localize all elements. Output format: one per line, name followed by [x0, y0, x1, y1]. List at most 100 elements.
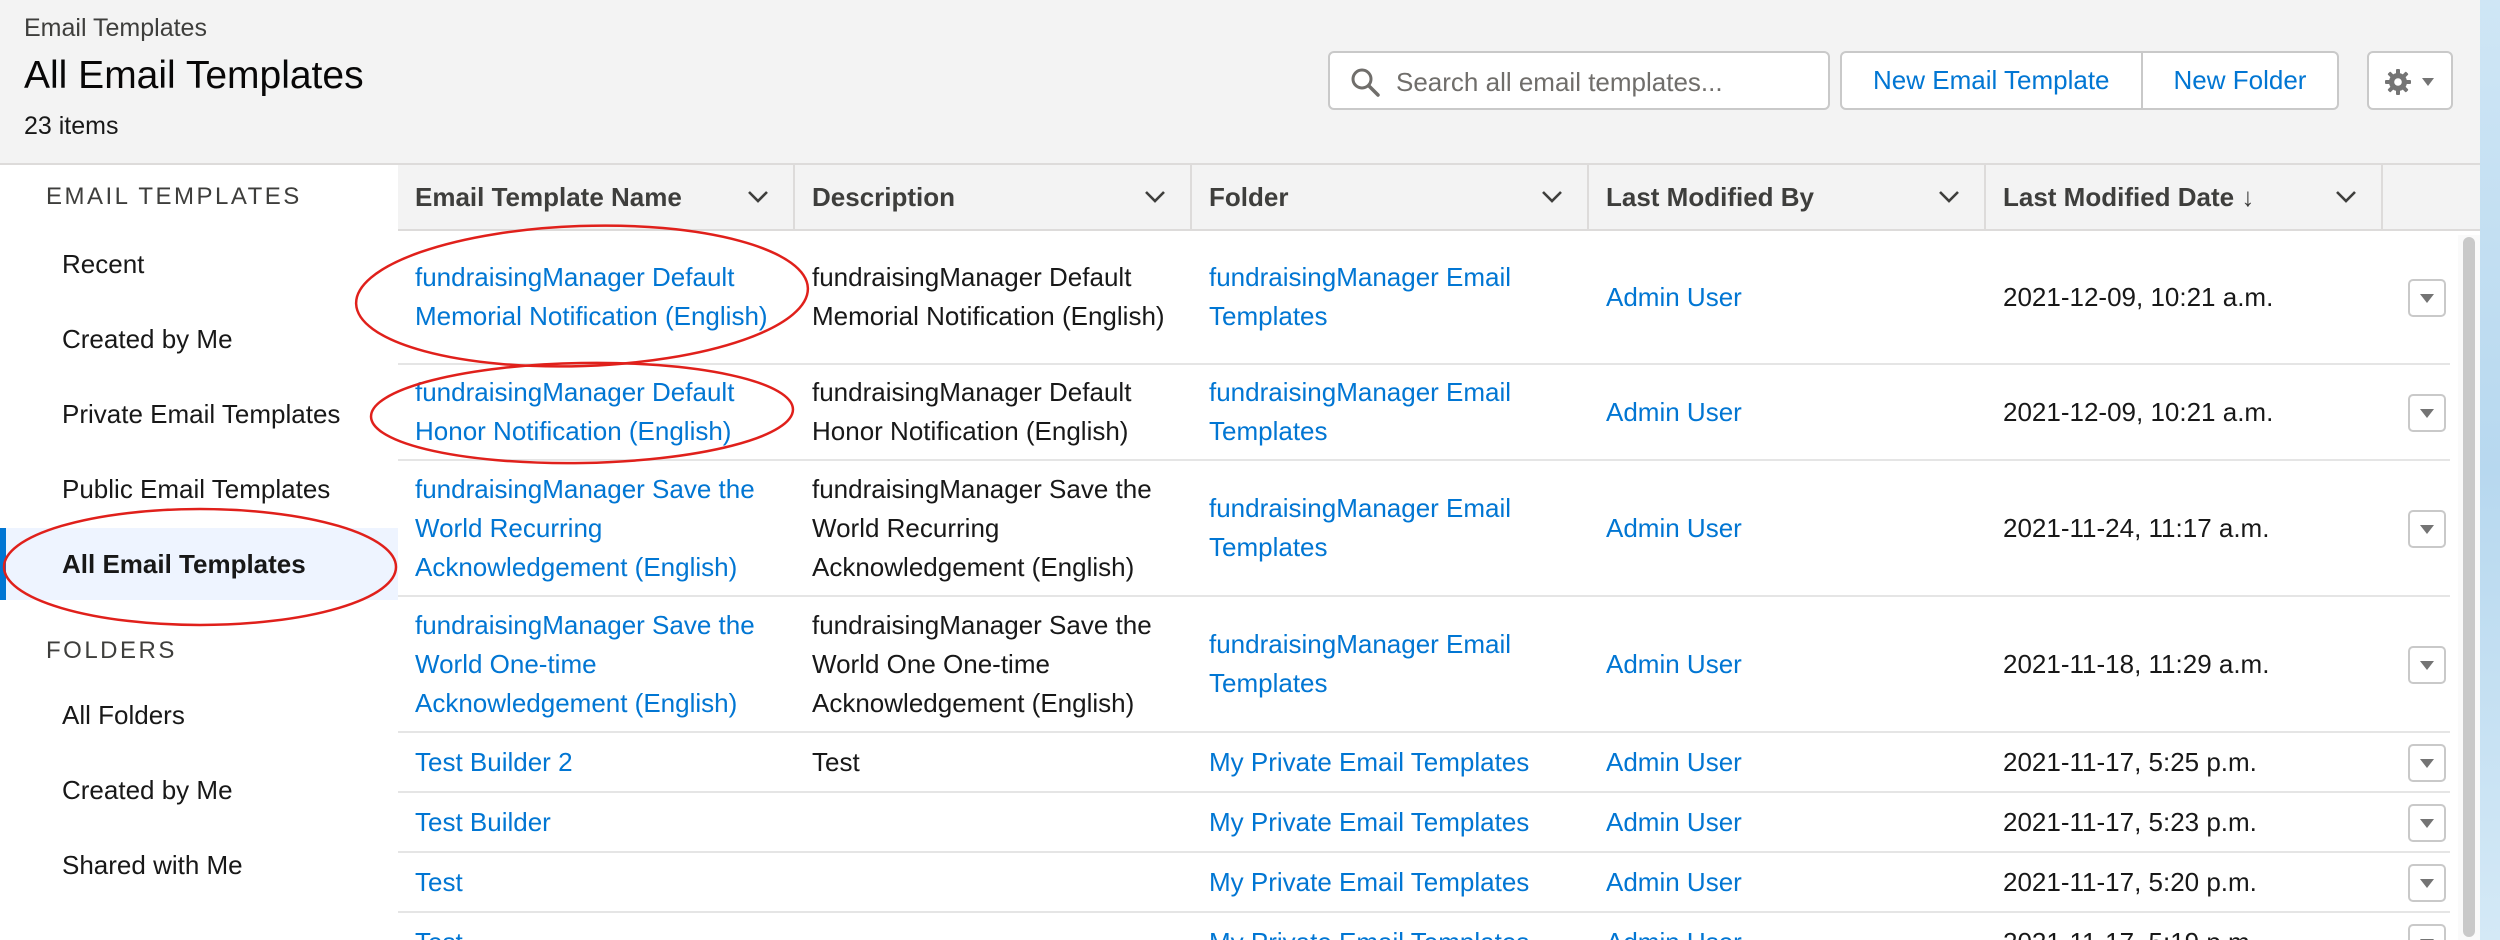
table-row: Test Builder My Private Email Templates Ad…: [398, 793, 2450, 853]
chevron-down-icon: [2420, 819, 2434, 828]
table-header: Email Template Name Description Folder L…: [398, 165, 2480, 231]
row-actions-button[interactable]: [2408, 924, 2446, 940]
modified-date: 2021-12-09, 10:21 a.m.: [2003, 281, 2274, 312]
gear-icon: [2385, 69, 2411, 95]
scrollbar-thumb[interactable]: [2463, 237, 2475, 937]
template-name-link[interactable]: Test: [398, 853, 778, 911]
template-description: fundraisingManager Save the World One On…: [812, 609, 1152, 718]
sidebar-item-public-email-templates[interactable]: Public Email Templates: [0, 453, 398, 525]
template-description: [795, 913, 1175, 940]
template-folder-link[interactable]: My Private Email Templates: [1192, 793, 1572, 851]
template-folder-link[interactable]: fundraisingManager Email Templates: [1192, 597, 1572, 731]
sidebar-item-private-email-templates[interactable]: Private Email Templates: [0, 378, 398, 450]
template-folder-link[interactable]: My Private Email Templates: [1192, 913, 1572, 940]
chevron-down-icon[interactable]: [2335, 189, 2357, 205]
chevron-down-icon: [2420, 759, 2434, 768]
breadcrumb[interactable]: Email Templates: [24, 14, 207, 43]
template-description: Test: [812, 746, 860, 777]
modified-by-link[interactable]: Admin User: [1589, 365, 1969, 459]
template-folder-link[interactable]: fundraisingManager Email Templates: [1192, 365, 1572, 459]
sidebar-item-all-folders[interactable]: All Folders: [0, 679, 398, 751]
template-name-link[interactable]: Test Builder 2: [398, 733, 778, 791]
table-scrollbar[interactable]: [2458, 235, 2480, 940]
search-icon: [1351, 68, 1380, 97]
page-title: All Email Templates: [24, 54, 364, 97]
template-description: [795, 853, 1175, 911]
chevron-down-icon[interactable]: [1938, 189, 1960, 205]
modified-by-link[interactable]: Admin User: [1589, 913, 1969, 940]
column-header-label: Last Modified By: [1606, 182, 1815, 212]
row-actions-button[interactable]: [2408, 510, 2446, 548]
row-actions-button[interactable]: [2408, 744, 2446, 782]
table-row: Test Builder 2 Test My Private Email Templ…: [398, 733, 2450, 793]
table-row: fundraisingManager Save the World Recurr…: [398, 461, 2450, 597]
template-name-link[interactable]: Test: [398, 913, 778, 940]
template-description: fundraisingManager Save the World Recurr…: [812, 473, 1152, 582]
table-row: fundraisingManager Default Memorial Noti…: [398, 231, 2450, 365]
modified-by-link[interactable]: Admin User: [1589, 231, 1969, 363]
table-row: Test My Private Email Templates Admin User…: [398, 913, 2450, 940]
chevron-down-icon: [2420, 661, 2434, 670]
column-header-last-modified-by[interactable]: Last Modified By: [1589, 165, 1986, 229]
row-actions-button[interactable]: [2408, 804, 2446, 842]
modified-by-link[interactable]: Admin User: [1589, 733, 1969, 791]
row-actions-button[interactable]: [2408, 279, 2446, 317]
chevron-down-icon: [2420, 294, 2434, 303]
column-header-label: Folder: [1209, 182, 1289, 212]
header-actions: New Email Template New Folder: [1840, 51, 2340, 110]
chevron-down-icon: [2420, 879, 2434, 888]
item-count: 23 items: [24, 112, 119, 140]
search-box[interactable]: [1328, 51, 1830, 110]
chevron-down-icon[interactable]: [1144, 189, 1166, 205]
modified-by-link[interactable]: Admin User: [1589, 793, 1969, 851]
new-folder-button[interactable]: New Folder: [2140, 53, 2338, 108]
modified-date: 2021-11-17, 5:23 p.m.: [2003, 806, 2257, 837]
modified-date: 2021-11-17, 5:25 p.m.: [2003, 746, 2257, 777]
template-name-link[interactable]: fundraisingManager Default Memorial Noti…: [398, 231, 778, 363]
row-actions-button[interactable]: [2408, 864, 2446, 902]
template-folder-link[interactable]: fundraisingManager Email Templates: [1192, 231, 1572, 363]
search-input[interactable]: [1394, 61, 1818, 103]
modified-by-link[interactable]: Admin User: [1589, 597, 1969, 731]
column-header-folder[interactable]: Folder: [1192, 165, 1589, 229]
sidebar: EMAIL TEMPLATES Recent Created by Me Pri…: [0, 165, 398, 940]
table-row: Test My Private Email Templates Admin User…: [398, 853, 2450, 913]
settings-menu-button[interactable]: [2367, 51, 2453, 110]
template-name-link[interactable]: fundraisingManager Save the World Recurr…: [398, 461, 778, 595]
column-header-last-modified-date[interactable]: Last Modified Date ↓: [1986, 165, 2383, 229]
template-folder-link[interactable]: My Private Email Templates: [1192, 853, 1572, 911]
column-header-description[interactable]: Description: [795, 165, 1192, 229]
chevron-down-icon[interactable]: [747, 189, 769, 205]
template-description: [795, 793, 1175, 851]
sidebar-heading-folders: FOLDERS: [46, 637, 177, 664]
chevron-down-icon: [2420, 525, 2434, 534]
row-actions-button[interactable]: [2408, 646, 2446, 684]
modified-date: 2021-11-24, 11:17 a.m.: [2003, 512, 2270, 543]
template-name-link[interactable]: fundraisingManager Save the World One-ti…: [398, 597, 778, 731]
column-header-label: Last Modified Date ↓: [2003, 182, 2255, 212]
sidebar-heading-email-templates: EMAIL TEMPLATES: [46, 183, 302, 210]
sidebar-item-all-email-templates[interactable]: All Email Templates: [0, 528, 398, 600]
template-name-link[interactable]: Test Builder: [398, 793, 778, 851]
chevron-down-icon[interactable]: [1541, 189, 1563, 205]
modified-date: 2021-11-17, 5:20 p.m.: [2003, 866, 2257, 897]
modified-by-link[interactable]: Admin User: [1589, 853, 1969, 911]
sidebar-item-folders-created-by-me[interactable]: Created by Me: [0, 754, 398, 826]
row-actions-button[interactable]: [2408, 394, 2446, 432]
sidebar-item-shared-with-me[interactable]: Shared with Me: [0, 829, 398, 901]
column-header-name[interactable]: Email Template Name: [398, 165, 795, 229]
window-edge-background: [2480, 0, 2500, 940]
modified-date: 2021-12-09, 10:21 a.m.: [2003, 396, 2274, 427]
column-header-label: Description: [812, 182, 956, 212]
template-folder-link[interactable]: fundraisingManager Email Templates: [1192, 461, 1572, 595]
template-name-link[interactable]: fundraisingManager Default Honor Notific…: [398, 365, 778, 459]
page-header: Email Templates All Email Templates 23 i…: [0, 0, 2480, 165]
sidebar-item-recent[interactable]: Recent: [0, 228, 398, 300]
sidebar-item-created-by-me[interactable]: Created by Me: [0, 303, 398, 375]
new-email-template-button[interactable]: New Email Template: [1842, 53, 2141, 108]
template-description: fundraisingManager Default Honor Notific…: [812, 377, 1132, 446]
template-folder-link[interactable]: My Private Email Templates: [1192, 733, 1572, 791]
column-header-label: Email Template Name: [415, 182, 682, 212]
modified-by-link[interactable]: Admin User: [1589, 461, 1969, 595]
chevron-down-icon: [2420, 409, 2434, 418]
